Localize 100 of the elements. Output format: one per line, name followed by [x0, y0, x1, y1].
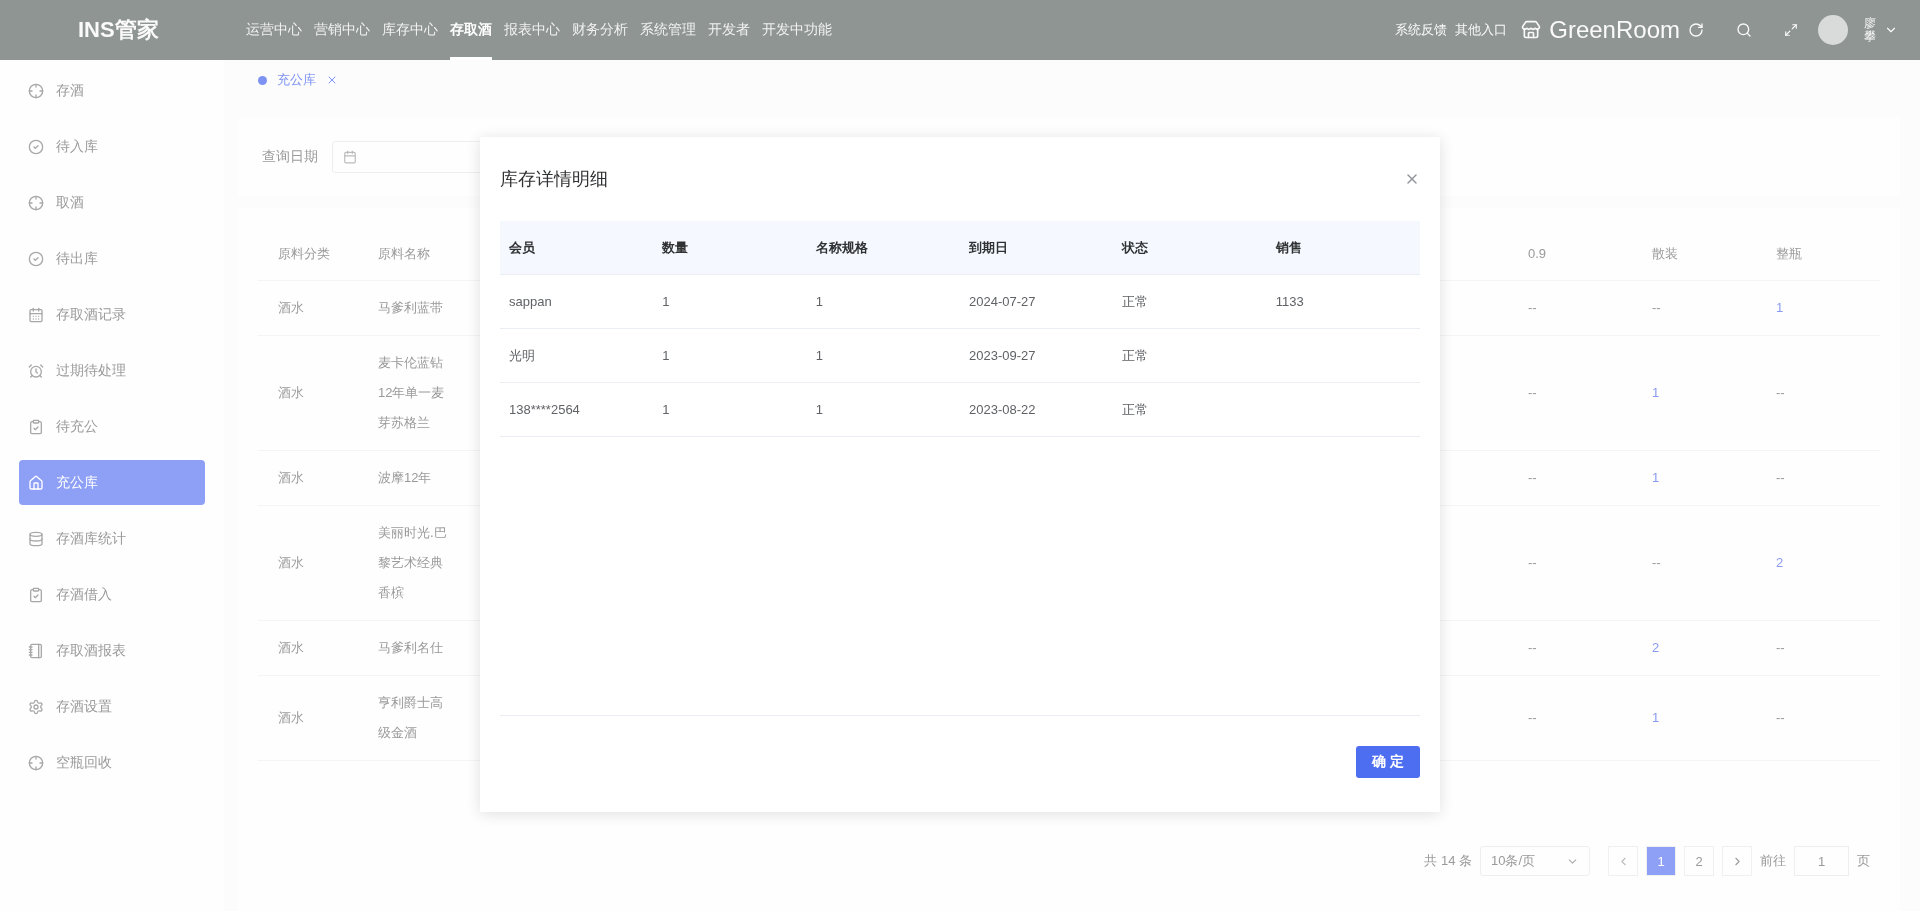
store-name[interactable]: GreenRoom [1549, 16, 1680, 44]
table-cell-text: 酒水 [277, 469, 305, 487]
sidebar-item[interactable]: 存酒借入 [19, 572, 205, 617]
settings-icon [28, 698, 44, 715]
page-tab[interactable]: 充公库 [238, 71, 358, 89]
sidebar-label: 存酒设置 [56, 697, 112, 716]
sidebar-item[interactable]: 待入库 [19, 124, 205, 169]
table-cell-text: 2024-07-27 [968, 294, 1037, 309]
column-header: 到期日 [968, 238, 1009, 257]
goto-suffix: 页 [1857, 852, 1870, 870]
refresh-icon[interactable] [1688, 22, 1704, 38]
column-header: 原料名称 [377, 245, 431, 263]
nav-tab[interactable]: 开发中功能 [762, 0, 832, 60]
table-cell-text: 1 [661, 402, 671, 417]
sidebar-label: 存酒 [56, 81, 84, 100]
house-icon [28, 474, 44, 491]
search-icon[interactable] [1736, 22, 1752, 38]
sidebar-label: 存酒借入 [56, 585, 112, 604]
calendar-icon [343, 150, 357, 164]
page-button[interactable]: 1 [1646, 846, 1676, 876]
table-cell-text: -- [1775, 639, 1786, 657]
header-link[interactable]: 其他入口 [1455, 21, 1508, 39]
sidebar-label: 取酒 [56, 193, 84, 212]
table-cell-text: 1 [1775, 299, 1785, 317]
sidebar-item[interactable]: 存取酒记录 [19, 292, 205, 337]
total-count: 共 14 条 [1424, 852, 1472, 870]
table-cell-text: 酒水 [277, 709, 305, 727]
table-cell-text: -- [1527, 384, 1538, 402]
tab-label: 充公库 [277, 71, 316, 89]
column-header: 名称规格 [814, 238, 869, 257]
column-header: 会员 [508, 238, 536, 257]
column-header: 散装 [1651, 245, 1679, 263]
table-cell-text: 亨利爵士高级金酒 [377, 694, 444, 742]
sidebar-item[interactable]: 存取酒报表 [19, 628, 205, 673]
table-cell-text: 1133 [1274, 294, 1305, 309]
goto-field[interactable]: 1 [1794, 846, 1849, 876]
table-cell-text: 酒水 [277, 384, 305, 402]
table-cell-text: 酒水 [277, 639, 305, 657]
alarm-clock-icon [28, 362, 44, 379]
column-header: 0.9 [1527, 245, 1548, 263]
nav-tab[interactable]: 报表中心 [504, 0, 560, 60]
crosshair-icon [28, 194, 44, 211]
sidebar-item[interactable]: 存酒设置 [19, 684, 205, 729]
sidebar-item[interactable]: 过期待处理 [19, 348, 205, 393]
table-cell-text: 1 [814, 294, 824, 309]
nav-tab[interactable]: 运营中心 [246, 0, 302, 60]
nav-tab[interactable]: 存取酒 [450, 0, 492, 60]
sidebar-label: 待出库 [56, 249, 98, 268]
table-cell-text: 波摩12年 [377, 469, 433, 487]
nav-tab[interactable]: 营销中心 [314, 0, 370, 60]
database-icon [28, 530, 44, 547]
sidebar-item[interactable]: 待充公 [19, 404, 205, 449]
sidebar-label: 待充公 [56, 417, 98, 436]
table-cell-text: 138****2564 [508, 402, 581, 417]
avatar[interactable] [1818, 15, 1848, 45]
column-header: 销售 [1274, 238, 1303, 257]
table-cell-text: sappan [508, 294, 553, 309]
sidebar-label: 存酒库统计 [56, 529, 126, 548]
column-header: 数量 [661, 238, 690, 257]
calendar-icon [28, 306, 44, 323]
table-cell-text: 1 [814, 402, 824, 417]
table-cell-text: -- [1527, 469, 1538, 487]
nav-tab[interactable]: 财务分析 [572, 0, 628, 60]
close-icon[interactable] [326, 74, 338, 86]
check-circle-icon [28, 250, 44, 267]
sidebar-label: 待入库 [56, 137, 98, 156]
crosshair-icon [28, 754, 44, 771]
dialog-title: 库存详情明细 [500, 168, 608, 191]
notebook-icon [28, 642, 44, 659]
table-cell-text: 1 [661, 348, 671, 363]
table-cell-text: 马爹利蓝带 [377, 299, 444, 317]
table-cell-text: 正常 [1121, 400, 1150, 419]
table-cell-text: -- [1527, 639, 1538, 657]
sidebar-item[interactable]: 充公库 [19, 460, 205, 505]
sidebar-item[interactable]: 空瓶回收 [19, 740, 205, 785]
confirm-button[interactable]: 确 定 [1356, 746, 1420, 778]
page-size-select[interactable]: 10条/页 [1480, 846, 1590, 876]
table-cell-text: -- [1527, 299, 1538, 317]
clipboard-check-icon [28, 586, 44, 603]
sidebar-item[interactable]: 存酒 [19, 68, 205, 113]
table-cell-text: 1 [1651, 469, 1661, 487]
user-name[interactable]: 廖攀 [1864, 16, 1876, 44]
table-cell-text: 1 [1651, 709, 1661, 727]
table-cell-text: 酒水 [277, 299, 305, 317]
sidebar-item[interactable]: 存酒库统计 [19, 516, 205, 561]
table-cell-text: 美丽时光.巴黎艺术经典香槟 [377, 524, 448, 602]
sidebar-item[interactable]: 待出库 [19, 236, 205, 281]
crosshair-icon [28, 82, 44, 99]
sidebar-label: 充公库 [56, 473, 98, 492]
sidebar-item[interactable]: 取酒 [19, 180, 205, 225]
table-cell-text: 正常 [1121, 346, 1150, 365]
nav-tab[interactable]: 开发者 [708, 0, 750, 60]
nav-tab[interactable]: 系统管理 [640, 0, 696, 60]
column-header: 整瓶 [1775, 245, 1803, 263]
check-circle-icon [28, 138, 44, 155]
page-button[interactable]: 2 [1684, 846, 1714, 876]
nav-tab[interactable]: 库存中心 [382, 0, 438, 60]
fullscreen-icon[interactable] [1784, 23, 1798, 37]
header-link[interactable]: 系统反馈 [1395, 21, 1448, 39]
logo: INS管家 [77, 16, 160, 44]
